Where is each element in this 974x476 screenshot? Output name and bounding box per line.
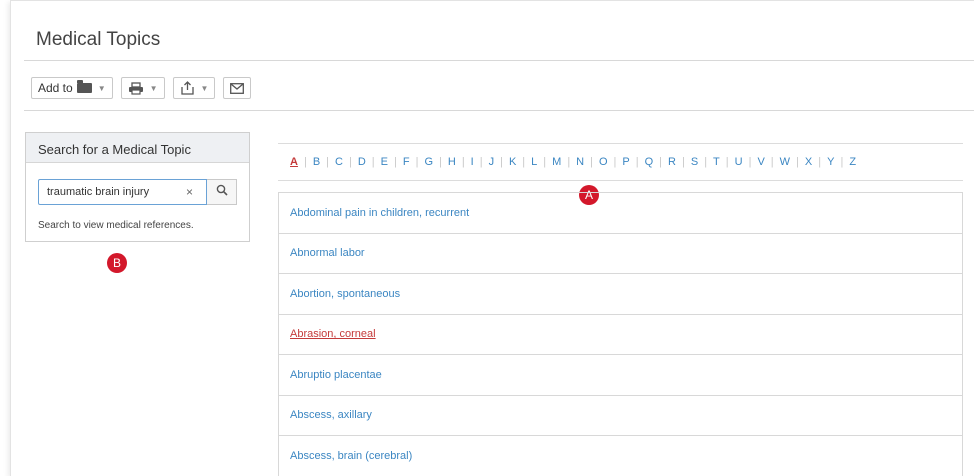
letter-separator: | [415,156,419,168]
letter-link-r[interactable]: R [668,156,676,168]
search-panel: Search for a Medical Topic × Search to v… [25,132,250,242]
letter-link-x[interactable]: X [805,156,812,168]
letter-link-w[interactable]: W [780,156,790,168]
topic-link[interactable]: Abscess, brain (cerebral) [278,436,963,476]
letter-separator: | [659,156,663,168]
letter-separator: | [725,156,729,168]
letter-link-i[interactable]: I [471,156,474,168]
chevron-down-icon: ▼ [200,83,209,93]
search-panel-title: Search for a Medical Topic [26,133,249,163]
letter-link-a[interactable]: A [290,156,298,168]
letter-separator: | [840,156,844,168]
export-button[interactable]: ▼ [172,77,216,99]
letter-link-q[interactable]: Q [645,156,654,168]
topic-link[interactable]: Abdominal pain in children, recurrent [278,193,963,234]
letter-link-j[interactable]: J [489,156,495,168]
alphabet-index: A | B | C | D | E | F | G | H | I | J | K | L | M | N | O | P | Q | R | S | T |… [278,143,963,181]
callout-badge-b: B [107,253,127,273]
letter-link-y[interactable]: Y [827,156,834,168]
add-to-label: Add to [38,81,73,95]
letter-separator: | [748,156,752,168]
folder-icon [76,80,92,93]
letter-separator: | [303,156,307,168]
letter-separator: | [770,156,774,168]
letter-separator: | [479,156,483,168]
letter-link-c[interactable]: C [335,156,343,168]
letter-separator: | [461,156,465,168]
topic-link[interactable]: Abnormal labor [278,233,963,274]
letter-link-k[interactable]: K [509,156,516,168]
letter-link-f[interactable]: F [403,156,410,168]
letter-link-t[interactable]: T [713,156,720,168]
letter-separator: | [796,156,799,168]
topic-list: Abdominal pain in children, recurrent Abn… [278,192,963,476]
search-row: × [38,179,237,205]
letter-link-l[interactable]: L [531,156,537,168]
letter-link-p[interactable]: P [622,156,629,168]
letter-separator: | [635,156,639,168]
chevron-down-icon: ▼ [97,83,106,93]
topic-link[interactable]: Abruptio placentae [278,355,963,396]
topic-link[interactable]: Abortion, spontaneous [278,274,963,315]
search-input[interactable] [38,179,207,205]
title-divider [24,60,974,61]
export-icon [180,81,195,95]
letter-link-m[interactable]: M [552,156,561,168]
letter-separator: | [704,156,708,168]
letter-separator: | [543,156,547,168]
topic-link[interactable]: Abscess, axillary [278,395,963,436]
letter-link-s[interactable]: S [691,156,698,168]
add-to-button[interactable]: Add to ▼ [31,77,113,99]
letter-link-h[interactable]: H [448,156,456,168]
page-title: Medical Topics [36,29,161,50]
letter-separator: | [439,156,442,168]
letter-link-v[interactable]: V [757,156,764,168]
topic-link[interactable]: Abrasion, corneal [278,314,963,355]
letter-separator: | [500,156,503,168]
email-button[interactable] [223,77,252,99]
letter-separator: | [681,156,685,168]
letter-separator: | [371,156,375,168]
clear-search-icon[interactable]: × [186,185,193,199]
chevron-down-icon: ▼ [149,83,158,93]
letter-separator: | [348,156,352,168]
letter-link-d[interactable]: D [358,156,366,168]
letter-separator: | [522,156,526,168]
letter-separator: | [567,156,571,168]
search-icon [216,183,228,201]
search-hint: Search to view medical references. [38,220,194,231]
letter-link-n[interactable]: N [576,156,584,168]
letter-separator: | [613,156,617,168]
toolbar: Add to ▼ ▼ ▼ [31,77,252,99]
letter-separator: | [393,156,397,168]
letter-link-g[interactable]: G [424,156,433,168]
print-button[interactable]: ▼ [120,77,165,99]
letter-link-b[interactable]: B [313,156,320,168]
letter-link-u[interactable]: U [735,156,743,168]
letter-separator: | [326,156,330,168]
letter-separator: | [590,156,593,168]
letter-separator: | [818,156,822,168]
letter-link-z[interactable]: Z [849,156,856,168]
search-button[interactable] [207,179,237,205]
toolbar-divider [24,110,974,111]
printer-icon [128,81,144,95]
envelope-icon [230,82,245,94]
letter-link-e[interactable]: E [381,156,388,168]
letter-link-o[interactable]: O [599,156,608,168]
